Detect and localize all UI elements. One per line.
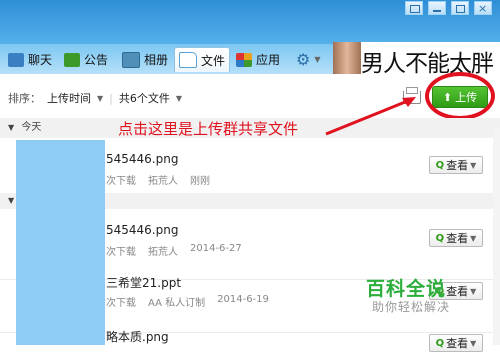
download-count: 次下载 — [106, 247, 136, 258]
search-icon: Q — [435, 232, 445, 244]
annotation-arrow — [325, 97, 416, 136]
watermark-logo: 百科全说 — [366, 278, 447, 300]
chevron-down-icon: ▼ — [314, 55, 321, 64]
gear-menu[interactable]: ⚙ ▼ — [292, 47, 325, 72]
upload-time: 刚刚 — [190, 176, 210, 187]
view-button[interactable]: Q 查看 ▼ — [429, 334, 483, 352]
tab-label: 文件 — [201, 53, 226, 68]
file-name[interactable]: 三希堂21.ppt — [106, 274, 181, 291]
highlight-circle — [425, 72, 495, 120]
file-name[interactable]: 545446.png — [106, 152, 178, 166]
redaction-block — [16, 140, 105, 345]
file-meta: 次下载 AA 私人订制 2014-6-19 — [106, 294, 269, 309]
tab-chat[interactable]: 聊天 — [4, 47, 56, 72]
apps-icon — [236, 52, 252, 67]
minimize-icon[interactable] — [428, 1, 446, 15]
uploader: AA 私人订制 — [148, 298, 206, 309]
chevron-down-icon: ▼ — [470, 286, 477, 296]
file-meta: 次下载 拓荒人 刚刚 — [106, 172, 210, 187]
close-icon[interactable]: × — [474, 1, 492, 15]
download-count: 次下载 — [106, 176, 136, 187]
search-icon: Q — [435, 337, 445, 349]
uploader: 拓荒人 — [148, 247, 178, 258]
view-button[interactable]: Q 查看 ▼ — [429, 229, 483, 247]
watermark-subtitle: 助你轻松解决 — [372, 300, 451, 314]
chevron-down-icon[interactable]: ▼ — [176, 94, 182, 103]
collapse-arrow-icon: ▼ — [8, 123, 15, 132]
uploader: 拓荒人 — [148, 176, 178, 187]
group-banner: 男人不能太胖 — [333, 42, 500, 74]
tab-album[interactable]: 相册 — [118, 47, 172, 72]
tab-label: 聊天 — [28, 53, 53, 67]
tab-label: 公告 — [84, 53, 109, 67]
title-bar: × — [0, 0, 500, 44]
settings-icon[interactable] — [405, 1, 423, 15]
banner-image — [333, 42, 361, 74]
tab-files[interactable]: 文件 — [174, 47, 230, 72]
view-button[interactable]: Q 查看 ▼ — [429, 156, 483, 174]
chevron-down-icon[interactable]: ▼ — [97, 94, 103, 103]
search-icon: Q — [435, 159, 445, 171]
chat-icon — [8, 52, 24, 67]
view-label: 查看 — [446, 285, 469, 298]
tab-label: 相册 — [144, 53, 169, 67]
announcement-icon — [64, 52, 80, 67]
view-label: 查看 — [446, 232, 469, 245]
banner-text: 男人不能太胖 — [361, 51, 494, 74]
upload-time: 2014-6-19 — [217, 294, 269, 305]
sort-controls: 排序： 上传时间 ▼ | 共6个文件 ▼ — [8, 90, 182, 106]
file-meta: 次下载 拓荒人 2014-6-27 — [106, 243, 242, 258]
album-icon — [122, 51, 140, 68]
file-count-dropdown[interactable]: 共6个文件 — [119, 90, 170, 106]
tab-announcement[interactable]: 公告 — [60, 47, 112, 72]
folder-icon — [179, 52, 197, 68]
maximize-icon[interactable] — [451, 1, 469, 15]
tab-apps[interactable]: 应用 — [232, 47, 284, 72]
section-label: 今天 — [21, 122, 42, 133]
chevron-down-icon: ▼ — [470, 160, 477, 170]
divider: | — [109, 91, 113, 105]
collapse-arrow-icon: ▼ — [8, 196, 15, 205]
file-name[interactable]: 545446.png — [106, 223, 178, 237]
annotation-text: 点击这里是上传群共享文件 — [118, 120, 299, 138]
view-label: 查看 — [446, 337, 469, 350]
chevron-down-icon: ▼ — [470, 338, 477, 348]
sort-label: 排序： — [8, 92, 41, 105]
scrollbar[interactable] — [493, 128, 500, 345]
sort-dropdown[interactable]: 上传时间 — [47, 90, 91, 106]
download-count: 次下载 — [106, 298, 136, 309]
view-label: 查看 — [446, 159, 469, 172]
upload-time: 2014-6-27 — [190, 243, 242, 254]
chevron-down-icon: ▼ — [470, 233, 477, 243]
gear-icon: ⚙ — [296, 50, 311, 69]
file-name[interactable]: 略本质.png — [106, 328, 169, 345]
tab-label: 应用 — [256, 53, 281, 67]
